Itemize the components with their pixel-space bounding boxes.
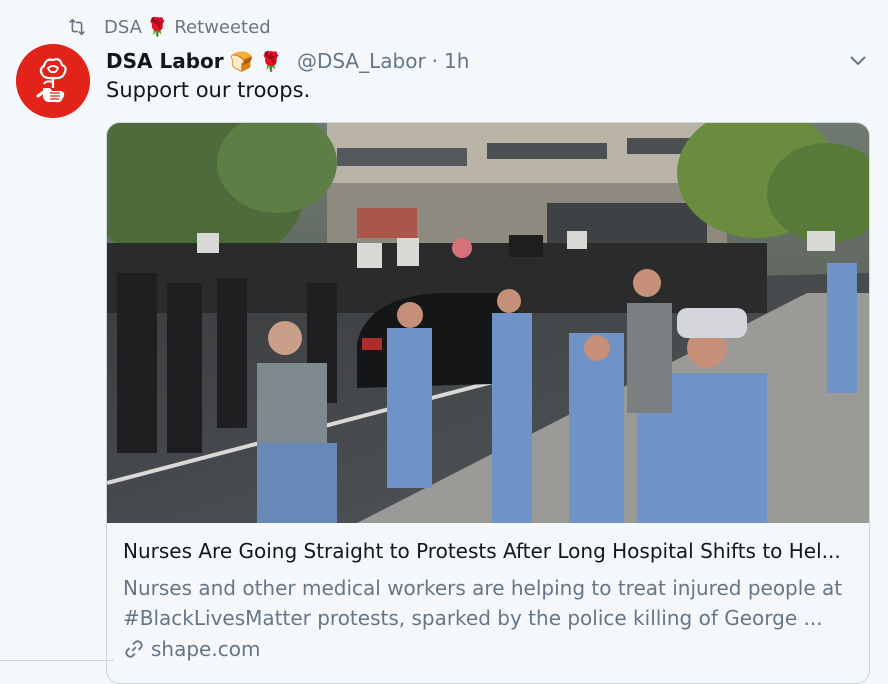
tweet-text: Support our troops.	[106, 78, 311, 102]
link-icon	[125, 640, 143, 658]
chevron-down-icon[interactable]	[846, 48, 870, 72]
divider	[0, 660, 114, 661]
card-title[interactable]: Nurses Are Going Straight to Protests Af…	[123, 539, 857, 563]
header-separator: ·	[431, 49, 439, 73]
card-domain-text[interactable]: shape.com	[151, 637, 260, 661]
card-description: Nurses and other medical workers are hel…	[123, 573, 857, 633]
avatar[interactable]	[16, 44, 90, 118]
retweet-account[interactable]: DSA	[104, 17, 142, 38]
link-card[interactable]: Nurses Are Going Straight to Protests Af…	[106, 122, 870, 684]
name-emojis: 🍞 🌹	[229, 50, 283, 73]
display-name[interactable]: DSA Labor	[106, 49, 224, 73]
retweet-icon	[69, 18, 85, 36]
card-image[interactable]	[107, 123, 869, 523]
card-domain[interactable]: shape.com	[123, 637, 260, 661]
retweeted-label: Retweeted	[174, 16, 271, 38]
card-description-line: #BlackLivesMatter protests, sparked by t…	[123, 606, 823, 630]
dsa-rose-fist-logo-icon	[16, 44, 90, 118]
rose-emoji: 🌹	[145, 16, 169, 38]
card-description-line: Nurses and other medical workers are hel…	[123, 576, 843, 600]
user-handle[interactable]: @DSA_Labor	[297, 49, 426, 73]
retweet-context[interactable]: DSA 🌹 Retweeted	[66, 14, 271, 40]
tweet-timestamp[interactable]: 1h	[444, 49, 469, 73]
tweet-header: DSA Labor 🍞 🌹 @DSA_Labor · 1h	[106, 44, 868, 78]
